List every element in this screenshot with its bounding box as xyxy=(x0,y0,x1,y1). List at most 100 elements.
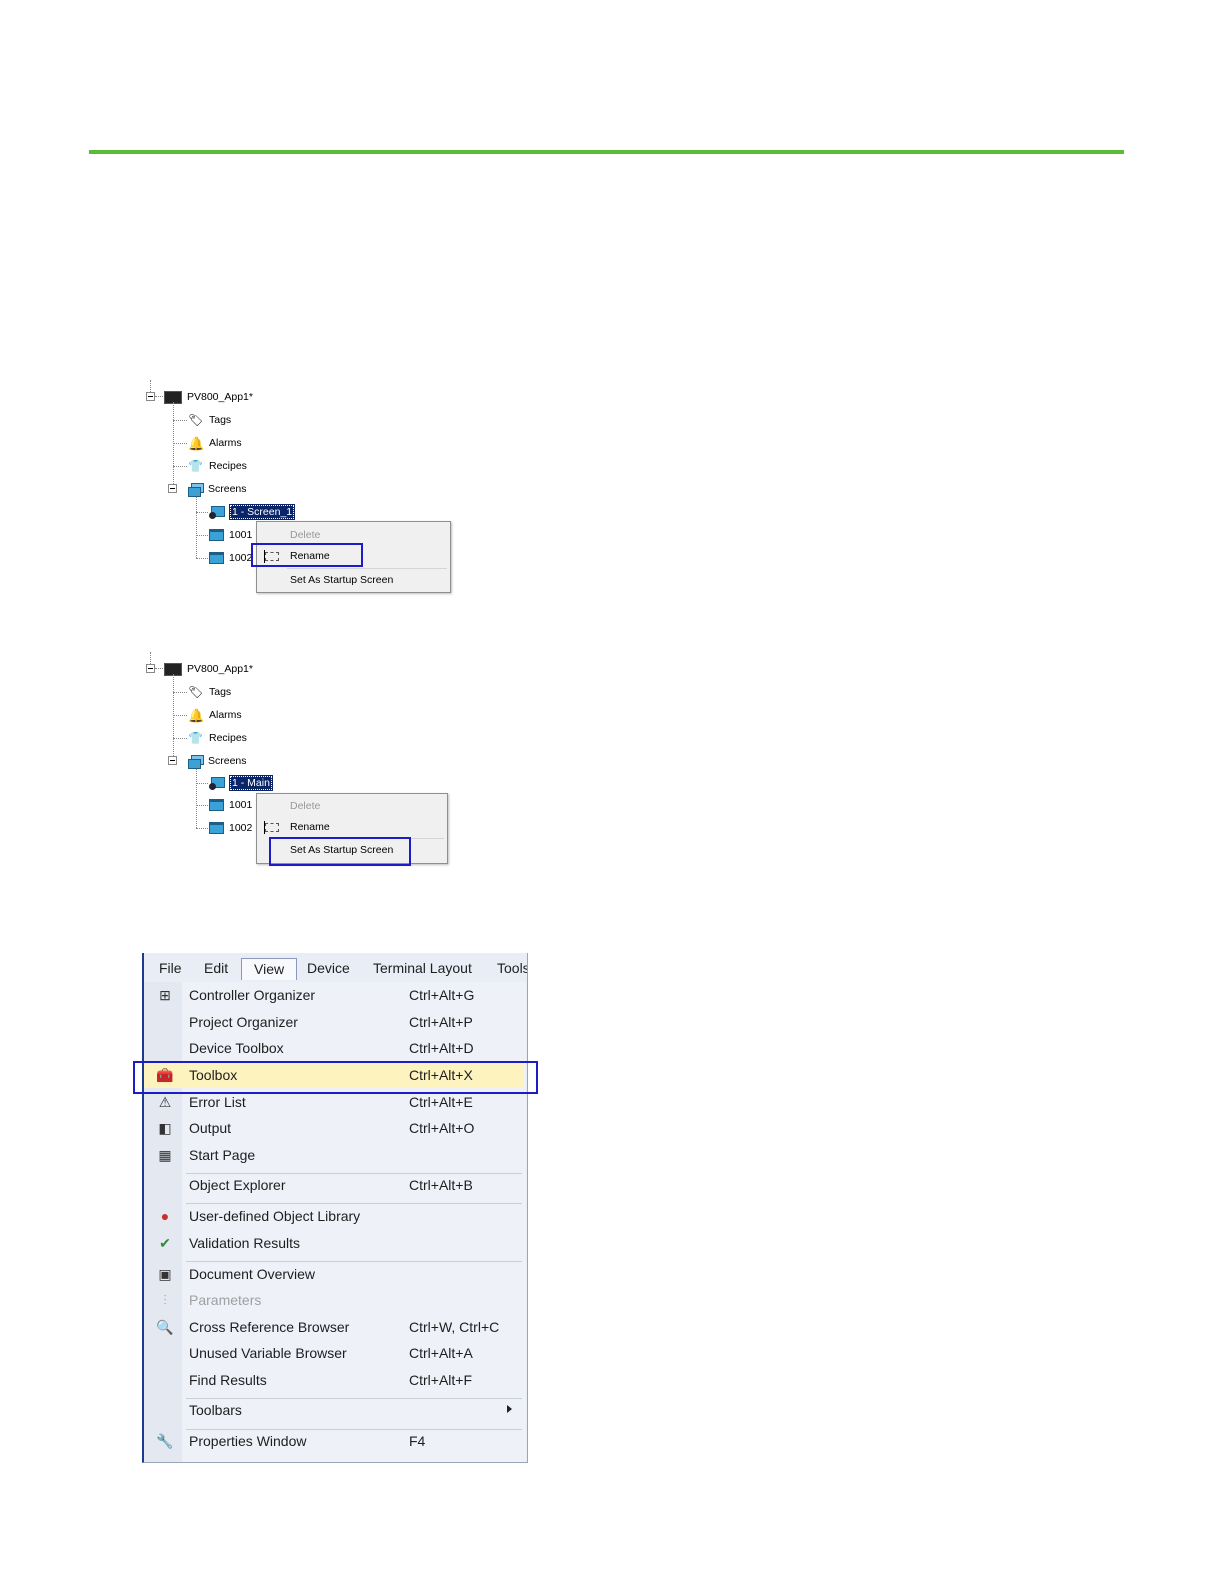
object-library-icon: ● xyxy=(160,1208,170,1224)
tree-item-label: 1002 xyxy=(229,552,253,564)
menu-item-document-overview[interactable]: ▣ Document Overview xyxy=(144,1261,524,1287)
menu-item-label: Device Toolbox xyxy=(189,1040,284,1056)
menu-item-user-defined-object-library[interactable]: ● User-defined Object Library xyxy=(144,1203,524,1229)
menu-item-label: Rename xyxy=(290,821,330,833)
menu-item-delete[interactable]: Delete xyxy=(257,525,450,545)
menu-item-shortcut: Ctrl+Alt+P xyxy=(409,1014,473,1030)
menu-item-shortcut: Ctrl+Alt+D xyxy=(409,1040,474,1056)
menu-view[interactable]: View xyxy=(241,958,298,980)
tree-item-label: 1002 xyxy=(229,822,253,834)
menu-item-label: Project Organizer xyxy=(189,1014,298,1030)
menu-item-validation-results[interactable]: ✔ Validation Results xyxy=(144,1230,524,1256)
menu-item-label: Start Page xyxy=(189,1147,256,1163)
tree-item-screen-1[interactable]: 1 - Screen_1 xyxy=(209,503,296,521)
menu-item-unused-variable-browser[interactable]: Unused Variable Browser Ctrl+Alt+A xyxy=(144,1340,524,1366)
menu-item-parameters: ⫶ Parameters xyxy=(144,1287,524,1313)
tree-item-alarms[interactable]: 🔔 Alarms xyxy=(188,434,242,452)
collapse-icon[interactable] xyxy=(168,756,177,765)
menu-item-label: Cross Reference Browser xyxy=(189,1319,350,1335)
menu-item-output[interactable]: ◧ Output Ctrl+Alt+O xyxy=(144,1115,524,1141)
tree-root[interactable]: PV800_App1* xyxy=(164,388,253,406)
tree-item-screen-1001[interactable]: 1001 xyxy=(209,526,252,544)
start-page-icon: ▦ xyxy=(158,1147,172,1163)
startup-screen-icon xyxy=(209,776,225,790)
menu-item-label: Object Explorer xyxy=(189,1177,286,1193)
tree-root-label: PV800_App1* xyxy=(187,391,253,403)
recipe-icon: 👕 xyxy=(188,731,203,745)
menu-item-set-startup[interactable]: Set As Startup Screen xyxy=(257,570,450,590)
menu-item-delete[interactable]: Delete xyxy=(257,796,447,816)
menu-item-label: Output xyxy=(189,1120,232,1136)
menu-item-device-toolbox[interactable]: Device Toolbox Ctrl+Alt+D xyxy=(144,1035,524,1061)
screen-icon xyxy=(209,799,224,811)
project-tree-2: PV800_App1* 🏷 Tags 🔔 Alarms 👕 Recipes Sc… xyxy=(140,652,460,882)
menu-item-label: Delete xyxy=(290,800,321,812)
collapse-icon[interactable] xyxy=(146,664,155,673)
menu-edit[interactable]: Edit xyxy=(204,960,228,976)
tree-item-label: Alarms xyxy=(209,437,242,449)
highlight-box-toolbox xyxy=(133,1061,538,1094)
menu-item-label: Unused Variable Browser xyxy=(189,1345,347,1361)
menu-item-shortcut: Ctrl+Alt+A xyxy=(409,1345,473,1361)
menu-item-shortcut: Ctrl+Alt+B xyxy=(409,1177,473,1193)
startup-screen-icon xyxy=(209,505,225,519)
tree-item-screen-1001[interactable]: 1001 xyxy=(209,796,252,814)
menu-item-shortcut: Ctrl+Alt+F xyxy=(409,1372,473,1388)
menu-item-label: Set As Startup Screen xyxy=(290,574,394,586)
tree-item-recipes[interactable]: 👕 Recipes xyxy=(188,457,247,475)
menu-file[interactable]: File xyxy=(159,960,182,976)
menu-device[interactable]: Device xyxy=(307,960,350,976)
menu-terminal-layout[interactable]: Terminal Layout xyxy=(373,960,472,976)
menu-item-label: Properties Window xyxy=(189,1433,307,1449)
menu-item-shortcut: Ctrl+W, Ctrl+C xyxy=(409,1319,500,1335)
menu-item-properties-window[interactable]: 🔧 Properties Window F4 xyxy=(144,1428,524,1454)
menu-item-rename[interactable]: Rename xyxy=(257,817,447,837)
view-menu-screenshot: File Edit View Device Terminal Layout To… xyxy=(142,953,528,1463)
menu-item-shortcut: Ctrl+Alt+O xyxy=(409,1120,475,1136)
section-divider xyxy=(89,150,1124,154)
tree-item-label: Screens xyxy=(208,483,247,495)
menu-item-label: Toolbars xyxy=(189,1402,242,1418)
tree-item-screen-1002[interactable]: 1002 xyxy=(209,819,252,837)
bell-icon: 🔔 xyxy=(188,708,205,723)
document-overview-icon: ▣ xyxy=(158,1266,172,1282)
tree-item-screen-1002[interactable]: 1002 xyxy=(209,549,252,567)
tree-item-label: Recipes xyxy=(209,732,247,744)
menu-item-find-results[interactable]: Find Results Ctrl+Alt+F xyxy=(144,1367,524,1393)
menu-item-label: Delete xyxy=(290,529,321,541)
menu-item-project-organizer[interactable]: Project Organizer Ctrl+Alt+P xyxy=(144,1009,524,1035)
tree-item-tags[interactable]: 🏷 Tags xyxy=(188,411,231,429)
selected-screen-label: 1 - Screen_1 xyxy=(229,504,296,520)
tree-item-screen-1[interactable]: 1 - Main xyxy=(209,774,273,792)
screen-icon xyxy=(209,529,224,541)
screen-icon xyxy=(209,552,224,564)
menu-item-cross-reference-browser[interactable]: 🔍 Cross Reference Browser Ctrl+W, Ctrl+C xyxy=(144,1314,524,1340)
tree-item-recipes[interactable]: 👕 Recipes xyxy=(188,729,247,747)
tree-item-label: Tags xyxy=(209,414,232,426)
tree-item-label: 1001 xyxy=(229,529,253,541)
wrench-icon: 🔧 xyxy=(156,1433,174,1449)
menu-item-label: Controller Organizer xyxy=(189,987,316,1003)
menu-item-label: Find Results xyxy=(189,1372,267,1388)
menu-item-toolbars[interactable]: Toolbars xyxy=(144,1397,524,1423)
menu-item-shortcut: Ctrl+Alt+E xyxy=(409,1094,473,1110)
tree-item-alarms[interactable]: 🔔 Alarms xyxy=(188,706,242,724)
tree-item-tags[interactable]: 🏷 Tags xyxy=(188,683,231,701)
rename-icon xyxy=(264,820,279,834)
menu-bar: File Edit View Device Terminal Layout To… xyxy=(144,953,527,983)
menu-item-label: Document Overview xyxy=(189,1266,316,1282)
tree-root[interactable]: PV800_App1* xyxy=(164,660,253,678)
menu-item-controller-organizer[interactable]: ⊞ Controller Organizer Ctrl+Alt+G xyxy=(144,982,524,1008)
recipe-icon: 👕 xyxy=(188,459,203,473)
menu-item-object-explorer[interactable]: Object Explorer Ctrl+Alt+B xyxy=(144,1172,524,1198)
validation-icon: ✔ xyxy=(159,1235,171,1251)
tree-item-label: Recipes xyxy=(209,460,247,472)
menu-item-start-page[interactable]: ▦ Start Page xyxy=(144,1142,524,1168)
view-dropdown: ⊞ Controller Organizer Ctrl+Alt+G Project O… xyxy=(144,982,526,1462)
submenu-arrow-icon xyxy=(507,1405,512,1413)
menu-tools[interactable]: Tools xyxy=(497,960,527,976)
tree-item-label: 1001 xyxy=(229,799,253,811)
error-list-icon: ⚠ xyxy=(158,1094,172,1110)
collapse-icon[interactable] xyxy=(146,392,155,401)
collapse-icon[interactable] xyxy=(168,484,177,493)
